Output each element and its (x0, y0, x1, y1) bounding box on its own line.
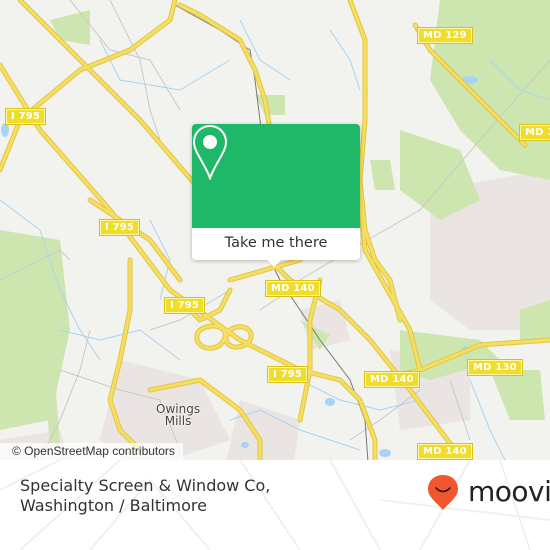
map-attribution[interactable]: © OpenStreetMap contributors (0, 443, 183, 460)
route-shield-md140-center: MD 140 (265, 280, 321, 297)
route-shield-md130: MD 130 (467, 359, 523, 376)
route-shield-i795-south: I 795 (266, 366, 309, 383)
moovit-wordmark: moovit (468, 475, 550, 508)
route-shield-md140-se: MD 140 (417, 443, 473, 460)
location-pin-icon (192, 124, 228, 180)
take-me-there-button[interactable]: Take me there (192, 230, 360, 256)
place-label-owings-mills: Owings Mills (156, 403, 200, 427)
route-shield-i795-nw: I 795 (4, 108, 47, 125)
place-title: Specialty Screen & Window Co, Washington… (20, 476, 271, 515)
footer: Specialty Screen & Window Co, Washington… (0, 460, 550, 550)
place-label-line2: Mills (164, 414, 192, 428)
map[interactable]: MD 129 MD 1 I 795 I 795 I 795 I 795 MD 1… (0, 0, 550, 490)
route-shield-i795-sw: I 795 (163, 297, 206, 314)
popup-header (192, 124, 360, 228)
popup-tail (266, 259, 282, 267)
route-shield-md140-east: MD 140 (364, 371, 420, 388)
moovit-logo-icon (428, 475, 458, 510)
route-shield-md129: MD 129 (417, 27, 473, 44)
route-shield-i795-mid: I 795 (98, 219, 141, 236)
location-popup[interactable]: Take me there (192, 124, 360, 267)
route-shield-md-east: MD 1 (519, 124, 550, 141)
